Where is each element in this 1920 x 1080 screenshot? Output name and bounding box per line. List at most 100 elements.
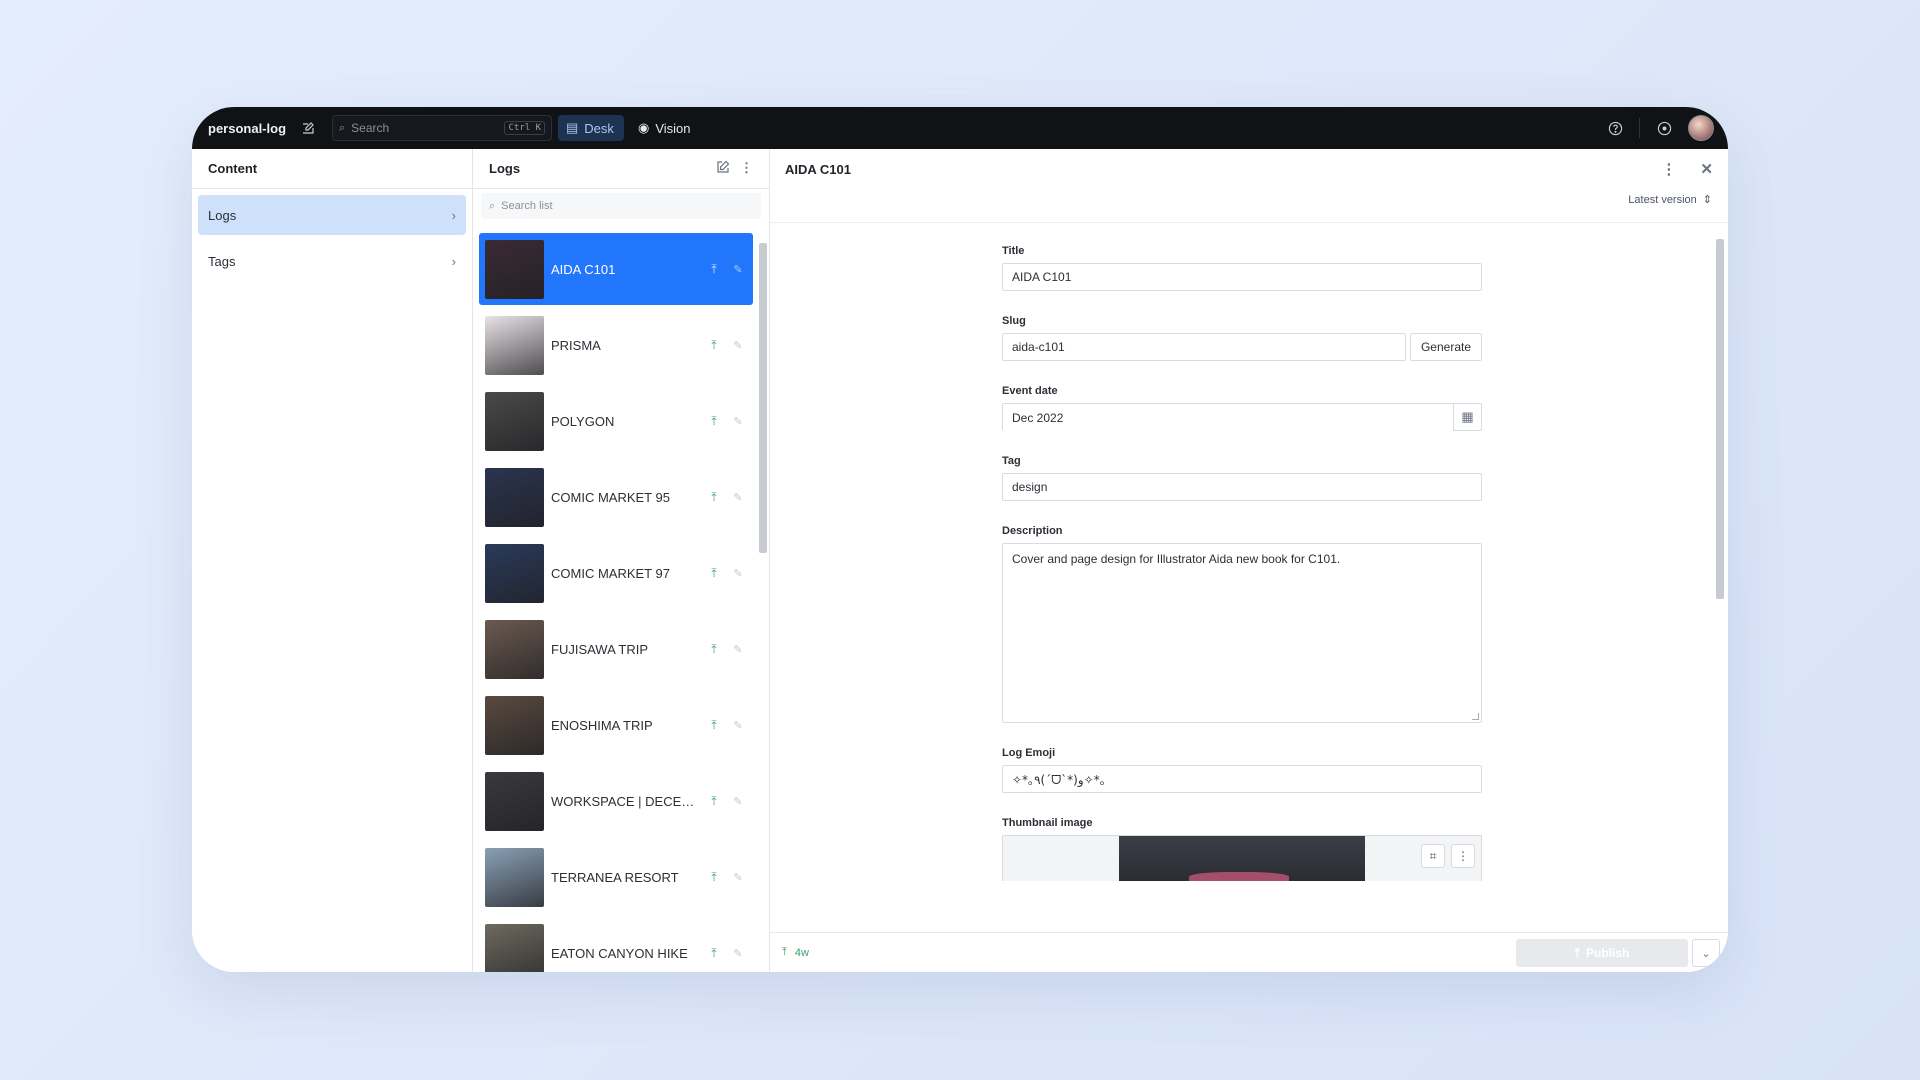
edit-pencil-icon: ✎ — [733, 263, 743, 276]
title-input[interactable]: AIDA C101 — [1002, 263, 1482, 291]
vision-tool-button[interactable]: ◉ Vision — [632, 115, 697, 141]
log-thumbnail — [485, 467, 544, 527]
search-shortcut: Ctrl K — [504, 121, 545, 135]
edit-pencil-icon: ✎ — [733, 871, 743, 884]
log-name: TERRANEA RESORT — [551, 869, 679, 885]
nav-item-logs[interactable]: Logs › — [198, 195, 466, 235]
nav-item-tags[interactable]: Tags › — [198, 241, 466, 281]
description-field: Description Cover and page design for Il… — [1002, 525, 1482, 723]
tag-field: Tag design — [1002, 455, 1482, 501]
top-navbar: personal-log ⌕ Search Ctrl K ▤ Desk ◉ Vi… — [192, 107, 1728, 149]
log-list-item[interactable]: FUJISAWA TRIP ⤒ ✎ — [479, 613, 753, 685]
global-search[interactable]: ⌕ Search Ctrl K — [332, 115, 552, 141]
log-thumbnail — [485, 239, 544, 299]
event-date-field: Event date Dec 2022 ▦ — [1002, 385, 1482, 432]
thumbnail-image-input[interactable]: ⌗ ⋮ — [1002, 835, 1482, 881]
field-label: Title — [1002, 245, 1025, 257]
crop-icon[interactable]: ⌗ — [1421, 844, 1445, 868]
user-avatar[interactable] — [1688, 115, 1714, 141]
log-name: WORKSPACE | DECEMBE... — [551, 793, 699, 809]
chevron-updown-icon: ⇕ — [1702, 194, 1712, 206]
field-label: Log Emoji — [1002, 747, 1056, 759]
logs-pane: Logs ⋮ ⌕ Search list AIDA C101 ⤒ ✎ PRISMA ⤒ ✎… — [473, 149, 770, 972]
log-list-item[interactable]: ENOSHIMA TRIP ⤒ ✎ — [479, 689, 753, 761]
desk-tool-button[interactable]: ▤ Desk — [558, 115, 624, 141]
publish-button[interactable]: ⤒ Publish — [1516, 939, 1688, 967]
log-thumbnail — [485, 543, 544, 603]
log-thumbnail — [485, 315, 544, 375]
log-list-item[interactable]: POLYGON ⤒ ✎ — [479, 385, 753, 457]
slug-input[interactable]: aida-c101 — [1002, 333, 1406, 361]
content-pane-title: Content — [208, 161, 258, 176]
document-footer: ⤒ 4w ⤒ Publish ⌄ — [770, 932, 1728, 972]
log-list: AIDA C101 ⤒ ✎ PRISMA ⤒ ✎ POLYGON ⤒ ✎ COMIC MARKET… — [473, 229, 759, 972]
log-list-item[interactable]: PRISMA ⤒ ✎ — [479, 309, 753, 381]
edit-pencil-icon: ✎ — [733, 719, 743, 732]
log-list-item[interactable]: COMIC MARKET 97 ⤒ ✎ — [479, 537, 753, 609]
list-search-input[interactable]: ⌕ Search list — [481, 193, 761, 219]
log-name: COMIC MARKET 95 — [551, 489, 670, 505]
nav-item-label: Tags — [208, 253, 236, 269]
logs-pane-actions: ⋮ — [716, 160, 753, 177]
published-icon: ⤒ — [711, 413, 717, 428]
version-selector[interactable]: Latest version ⇕ — [1628, 193, 1712, 207]
description-textarea[interactable]: Cover and page design for Illustrator Ai… — [1002, 543, 1482, 723]
list-search-placeholder: Search list — [501, 200, 553, 212]
more-options-icon[interactable]: ⋮ — [740, 160, 753, 177]
calendar-icon[interactable]: ▦ — [1453, 404, 1481, 430]
log-thumbnail — [485, 923, 544, 972]
log-thumbnail — [485, 847, 544, 907]
scroll-thumb[interactable] — [1716, 239, 1724, 599]
notifications-icon[interactable] — [1652, 116, 1676, 140]
log-emoji-input[interactable]: ✧*｡٩(ˊᗜˋ*)و✧*｡ — [1002, 765, 1482, 793]
edit-pencil-icon: ✎ — [733, 947, 743, 960]
log-list-item[interactable]: COMIC MARKET 95 ⤒ ✎ — [479, 461, 753, 533]
published-icon: ⤒ — [711, 337, 717, 352]
edit-pencil-icon: ✎ — [733, 491, 743, 504]
published-icon: ⤒ — [711, 945, 717, 960]
content-pane-header: Content — [192, 149, 472, 189]
document-actions: ⋮ ✕ — [1661, 160, 1713, 178]
more-options-icon[interactable]: ⋮ — [1661, 160, 1676, 178]
document-pane: AIDA C101 ⋮ ✕ Latest version ⇕ Title AID… — [770, 149, 1728, 972]
scroll-thumb[interactable] — [759, 243, 767, 553]
edit-pencil-icon: ✎ — [733, 795, 743, 808]
published-icon: ⤒ — [711, 489, 717, 504]
global-search-placeholder: Search — [351, 121, 390, 135]
field-label: Tag — [1002, 455, 1021, 467]
document-title: AIDA C101 — [785, 161, 851, 177]
list-scrollbar[interactable] — [759, 233, 767, 968]
event-date-input[interactable]: Dec 2022 — [1003, 404, 1453, 432]
nav-item-label: Logs — [208, 207, 237, 223]
log-list-item[interactable]: EATON CANYON HIKE ⤒ ✎ — [479, 917, 753, 972]
publish-menu-button[interactable]: ⌄ — [1692, 939, 1720, 967]
tag-input[interactable]: design — [1002, 473, 1482, 501]
version-label: Latest version — [1628, 193, 1697, 206]
close-icon[interactable]: ✕ — [1700, 160, 1713, 178]
log-list-item[interactable]: AIDA C101 ⤒ ✎ — [479, 233, 753, 305]
title-field: Title AIDA C101 — [1002, 245, 1482, 291]
document-scrollbar[interactable] — [1716, 229, 1724, 928]
publish-icon: ⤒ — [1574, 945, 1580, 960]
workspace-name[interactable]: personal-log — [208, 121, 286, 136]
compose-icon[interactable] — [296, 116, 320, 140]
more-options-icon[interactable]: ⋮ — [1451, 844, 1475, 868]
log-list-item[interactable]: WORKSPACE | DECEMBE... ⤒ ✎ — [479, 765, 753, 837]
vision-label: Vision — [655, 120, 691, 136]
log-name: AIDA C101 — [551, 261, 616, 277]
log-name: EATON CANYON HIKE — [551, 945, 688, 961]
log-list-item[interactable]: TERRANEA RESORT ⤒ ✎ — [479, 841, 753, 913]
log-thumbnail — [485, 771, 544, 831]
field-label: Thumbnail image — [1002, 817, 1093, 829]
studio-window: personal-log ⌕ Search Ctrl K ▤ Desk ◉ Vi… — [192, 107, 1728, 972]
create-document-icon[interactable] — [716, 160, 730, 177]
edit-pencil-icon: ✎ — [733, 415, 743, 428]
eye-icon: ◉ — [638, 120, 650, 135]
topbar-divider — [1639, 118, 1640, 138]
published-ago: 4w — [794, 946, 809, 959]
chevron-down-icon: ⌄ — [1701, 947, 1711, 960]
generate-slug-button[interactable]: Generate — [1410, 333, 1482, 361]
published-icon: ⤒ — [711, 717, 717, 732]
thumbnail-preview — [1119, 836, 1365, 881]
help-icon[interactable] — [1603, 116, 1627, 140]
